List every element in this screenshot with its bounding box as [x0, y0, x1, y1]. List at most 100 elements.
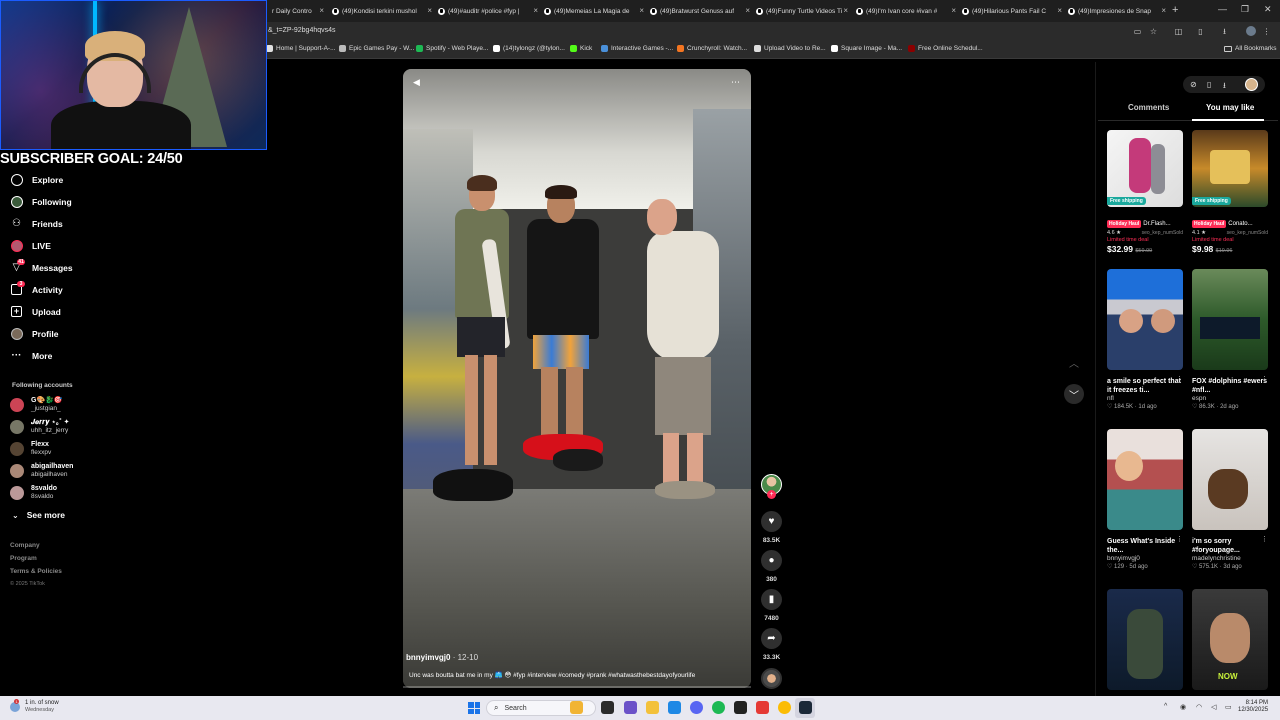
- cast-icon[interactable]: ▭: [1133, 27, 1142, 36]
- share-button[interactable]: ➦: [761, 628, 782, 649]
- comment-button[interactable]: ●: [761, 550, 782, 571]
- volume-icon[interactable]: ◁: [1211, 703, 1216, 711]
- compass-icon[interactable]: ⊘: [1190, 80, 1197, 89]
- recommended-video[interactable]: [1107, 589, 1183, 690]
- bookmark[interactable]: Interactive Games -...: [601, 45, 673, 52]
- browser-tab[interactable]: (49)#auditr #police #fyp | ×: [434, 3, 540, 19]
- recommended-video[interactable]: ⋮ a smile so perfect that it freezes ti.…: [1107, 269, 1183, 411]
- phone-icon[interactable]: ▯: [1207, 80, 1211, 89]
- avatar[interactable]: [1245, 78, 1258, 91]
- maximize-icon[interactable]: ❐: [1241, 4, 1249, 15]
- chrome-icon[interactable]: [778, 701, 791, 714]
- footer-program[interactable]: Program: [10, 555, 37, 562]
- media-icon[interactable]: [756, 701, 769, 714]
- video-author-name[interactable]: bnnyimvgj0: [406, 653, 450, 662]
- edge-icon[interactable]: [668, 701, 681, 714]
- close-icon[interactable]: ×: [427, 6, 432, 15]
- steam-icon[interactable]: [799, 701, 812, 714]
- browser-tab[interactable]: (49)Bratwurst Genuss auf ×: [646, 3, 752, 19]
- see-more-button[interactable]: ⌄ See more: [12, 510, 65, 520]
- taskbar-clock[interactable]: 8:14 PM 12/30/2025: [1238, 700, 1268, 714]
- star-icon[interactable]: ☆: [1149, 27, 1158, 36]
- close-icon[interactable]: ×: [1161, 6, 1166, 15]
- music-disc[interactable]: [761, 668, 782, 689]
- following-account[interactable]: Flexx flexxpv: [10, 441, 51, 457]
- bookmark[interactable]: Free Online Schedul...: [908, 45, 983, 52]
- browser-tab[interactable]: (49)I'm Ivan core #ivan # ×: [852, 3, 958, 19]
- sidebar-item-live[interactable]: LIVE: [10, 239, 51, 252]
- sidebar-item-activity[interactable]: 3 Activity: [10, 281, 63, 296]
- video-progress-bar[interactable]: [403, 686, 751, 688]
- sidebar-item-friends[interactable]: ⚇ Friends: [10, 217, 63, 230]
- sidebar-item-messages[interactable]: ▽ 41 Messages: [10, 259, 73, 274]
- extensions-icon[interactable]: ◫: [1174, 27, 1183, 36]
- all-bookmarks[interactable]: All Bookmarks: [1224, 45, 1277, 52]
- bookmark[interactable]: Square Image - Ma...: [831, 45, 902, 52]
- following-account[interactable]: 8svaldo 8svaldo: [10, 485, 57, 501]
- window-close-icon[interactable]: ✕: [1264, 4, 1272, 15]
- save-button[interactable]: ▮: [761, 589, 782, 610]
- video-player[interactable]: ◀ ⋯: [403, 69, 751, 688]
- close-icon[interactable]: ×: [319, 6, 324, 15]
- terminal-icon[interactable]: [734, 701, 747, 714]
- recommended-video[interactable]: ⋮ Guess What's Inside the... bnnyimvgj0 …: [1107, 429, 1183, 571]
- tray-app-icon[interactable]: ◉: [1180, 703, 1186, 711]
- bookmark[interactable]: Spotify - Web Playe...: [416, 45, 488, 52]
- volume-icon[interactable]: ◀: [413, 77, 420, 88]
- more-icon[interactable]: ⋮: [1176, 375, 1183, 383]
- download-icon[interactable]: ⭳: [1223, 80, 1226, 94]
- file-explorer-icon[interactable]: [570, 701, 583, 714]
- sidebar-item-profile[interactable]: Profile: [10, 327, 58, 340]
- footer-company[interactable]: Company: [10, 542, 40, 549]
- next-video-button[interactable]: ﹀: [1064, 384, 1084, 404]
- folder-icon[interactable]: [646, 701, 659, 714]
- discord-icon[interactable]: [690, 701, 703, 714]
- bookmark[interactable]: Crunchyroll: Watch...: [677, 45, 747, 52]
- more-icon[interactable]: ⋮: [1261, 375, 1268, 383]
- browser-tab[interactable]: (49)Memeias La Magia de ×: [540, 3, 646, 19]
- bookmark[interactable]: Upload Video to Re...: [754, 45, 826, 52]
- browser-tab[interactable]: (49)Impresiones de Snap ×: [1064, 3, 1168, 19]
- battery-icon[interactable]: ▭: [1225, 703, 1232, 711]
- url-field[interactable]: &_t=ZP-92bg4hqvs4s: [268, 27, 336, 34]
- bookmark[interactable]: Kick: [570, 45, 592, 52]
- bookmark[interactable]: (14)tylongz (@tylon...: [493, 45, 565, 52]
- following-account[interactable]: G🎨🐉🎯 _justgian_: [10, 397, 63, 413]
- footer-terms[interactable]: Terms & Policies: [10, 568, 62, 575]
- start-button[interactable]: [468, 702, 480, 714]
- close-icon[interactable]: ×: [533, 6, 538, 15]
- close-icon[interactable]: ×: [745, 6, 750, 15]
- product-card[interactable]: Free shipping Holiday Haul Dr.Flash... 4.…: [1107, 130, 1183, 254]
- menu-icon[interactable]: ⋮: [1262, 27, 1271, 36]
- browser-tab[interactable]: (49)Kondisi terkini mushol ×: [328, 3, 434, 19]
- more-options-icon[interactable]: ⋯: [731, 77, 740, 88]
- panel-icon[interactable]: ▯: [1196, 27, 1205, 36]
- bookmark[interactable]: Home | Support-A-...: [266, 45, 336, 52]
- close-icon[interactable]: ×: [843, 6, 848, 15]
- close-icon[interactable]: ×: [951, 6, 956, 15]
- bookmark[interactable]: Epic Games Pay - W...: [339, 45, 414, 52]
- video-author[interactable]: bnnyimvgj0 · 12-10: [406, 653, 478, 662]
- browser-tab[interactable]: (49)Funny Turtle Videos Ti ×: [752, 3, 850, 19]
- browser-tab[interactable]: (49)Hilarious Pants Fail C ×: [958, 3, 1064, 19]
- spotify-icon[interactable]: [712, 701, 725, 714]
- following-account[interactable]: abigailhaven abigailhaven: [10, 463, 73, 479]
- sidebar-item-following[interactable]: Following: [10, 195, 72, 208]
- recommended-video[interactable]: ⋮ FOX #dolphins #ewers #nfl... espn ♡ 86…: [1192, 269, 1268, 411]
- close-icon[interactable]: ×: [1057, 6, 1062, 15]
- task-view-icon[interactable]: [601, 701, 614, 714]
- more-icon[interactable]: ⋮: [1261, 535, 1268, 543]
- app-icon[interactable]: [624, 701, 637, 714]
- follow-plus-icon[interactable]: +: [767, 490, 776, 499]
- product-card[interactable]: Free shipping Holiday Haul Conato... 4.1 …: [1192, 130, 1268, 254]
- tab-you-may-like[interactable]: You may like: [1206, 103, 1254, 112]
- minimize-icon[interactable]: —: [1218, 4, 1227, 14]
- browser-tab[interactable]: r Daily Contro ×: [268, 3, 326, 19]
- recommended-video[interactable]: ⋮ i'm so sorry #foryoupage... madelynchr…: [1192, 429, 1268, 571]
- previous-video-button[interactable]: ︿: [1064, 352, 1084, 372]
- chevron-up-icon[interactable]: ^: [1164, 703, 1167, 710]
- profile-avatar[interactable]: [1246, 26, 1256, 36]
- sidebar-item-more[interactable]: ··· More: [10, 349, 53, 362]
- following-account[interactable]: 𝑱𝒆𝒓𝒓𝒚 ⋆｡˚ ✦ uhh_itz_jerry: [10, 419, 70, 435]
- new-tab-button[interactable]: +: [1172, 4, 1178, 16]
